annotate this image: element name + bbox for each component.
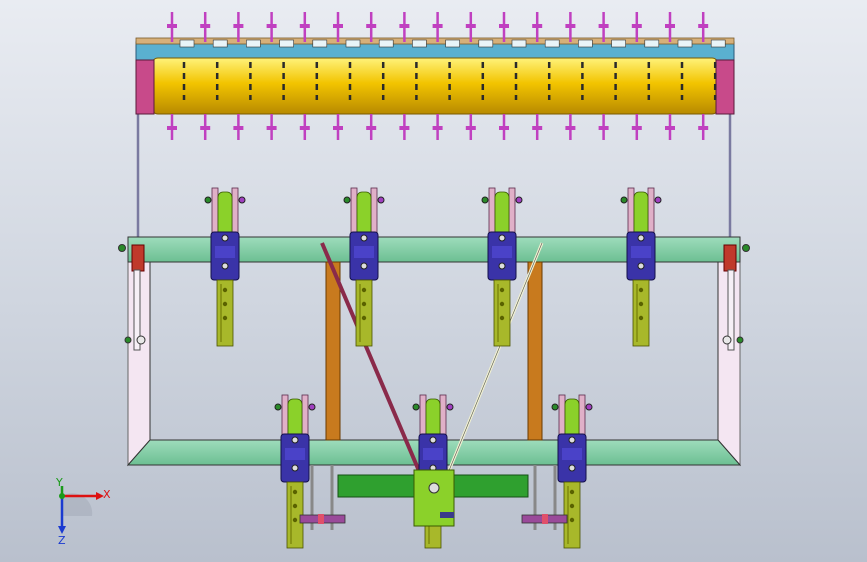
x-axis-label: X	[103, 488, 111, 501]
coordinate-triad: X Y Z	[48, 476, 118, 550]
ripper-unit	[274, 394, 316, 549]
z-axis-label: Z	[58, 534, 66, 547]
roller-drum	[151, 57, 719, 115]
ripper-unit	[551, 394, 593, 549]
upper-ripper-units	[204, 187, 662, 347]
ripper-unit	[481, 187, 523, 347]
roller-assembly	[135, 12, 735, 140]
ripper-unit	[343, 187, 385, 347]
bottom-shaft	[337, 469, 529, 527]
y-axis-label: Y	[56, 476, 63, 489]
ripper-unit	[620, 187, 662, 347]
cad-viewport[interactable]	[0, 0, 867, 562]
ripper-unit	[204, 187, 246, 347]
